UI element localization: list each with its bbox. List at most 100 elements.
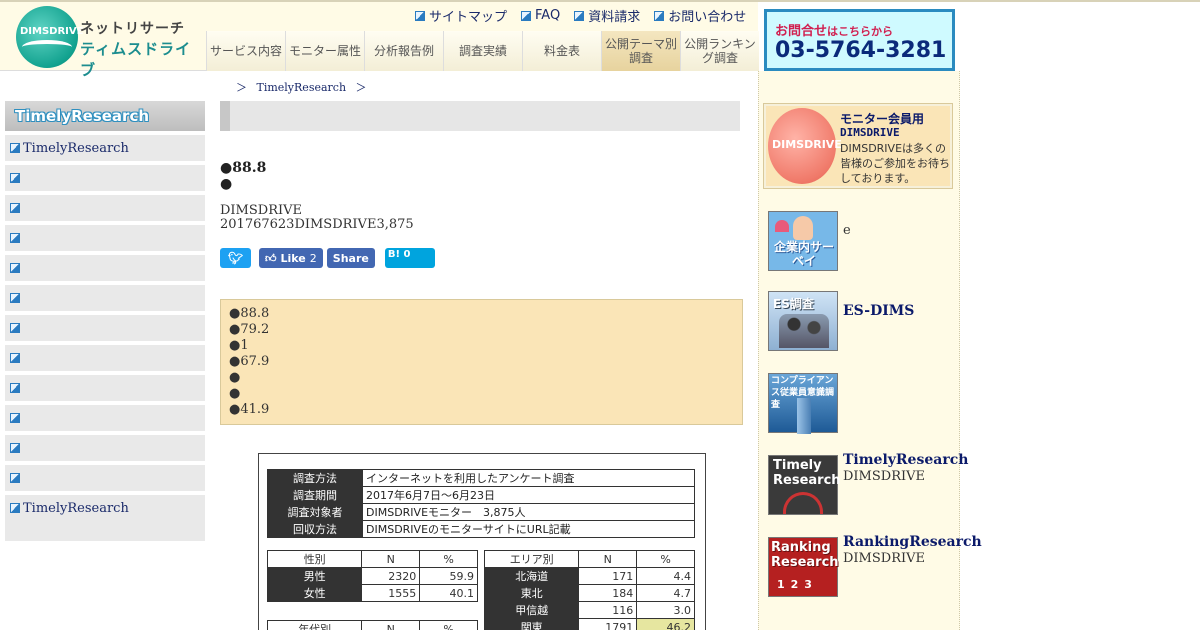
table-row: 関東 1791 46.2	[483, 618, 695, 630]
link-arrow-icon	[10, 203, 20, 213]
faq-link[interactable]: FAQ	[521, 6, 560, 25]
sidebar-title: TimelyResearch	[5, 101, 205, 131]
link-arrow-icon	[10, 383, 20, 393]
internal-survey-desc: e	[843, 223, 851, 238]
page-title-bar	[220, 101, 740, 131]
breadcrumb[interactable]: ＞ TimelyResearch ＞	[236, 79, 367, 95]
link-arrow-icon	[10, 443, 20, 453]
sidebar-item[interactable]	[5, 435, 205, 461]
link-arrow-icon	[10, 323, 20, 333]
table-row: 甲信越 116 3.0	[483, 601, 695, 619]
table-row: 男性 2320 59.9	[266, 567, 478, 585]
nav-theme-research[interactable]: 公開テーマ別調査	[601, 31, 680, 71]
sitemap-link[interactable]: サイトマップ	[415, 6, 507, 25]
table-header-row: エリア別 N %	[483, 550, 695, 568]
finding-item: ●	[229, 386, 241, 401]
sidebar-item[interactable]	[5, 465, 205, 491]
link-arrow-icon	[10, 233, 20, 243]
site-logo[interactable]: DIMSDRIVE ネットリサーチ ティムスドライブ	[16, 6, 206, 79]
sidebar-item[interactable]	[5, 285, 205, 311]
table-row: 北海道 171 4.4	[483, 567, 695, 585]
link-arrow-icon	[654, 10, 665, 21]
monitor-name: DIMSDRIVE	[840, 126, 900, 139]
sidebar-item[interactable]	[5, 165, 205, 191]
brochure-link[interactable]: 資料請求	[574, 6, 640, 25]
facebook-share-button[interactable]: Share	[326, 248, 375, 268]
link-arrow-icon	[10, 503, 20, 513]
facebook-like-button[interactable]: 👍︎ Like 2	[259, 248, 323, 268]
internal-survey-banner[interactable]: 企業内サーベイ	[768, 211, 838, 271]
nav-analysis-reports[interactable]: 分析報告例	[364, 31, 443, 71]
nav-ranking-research[interactable]: 公開ランキング調査	[680, 31, 759, 71]
link-arrow-icon	[415, 10, 425, 21]
contact-link[interactable]: お問い合わせ	[654, 6, 746, 25]
timely-research-banner[interactable]: Timely Research	[768, 455, 841, 515]
table-row: 調査期間 2017年6月7日～6月23日	[267, 486, 695, 504]
compliance-survey-banner[interactable]: コンプライアンス従業員意識調査	[768, 373, 838, 434]
finding-item: ●	[229, 370, 241, 385]
sidebar-item[interactable]	[5, 195, 205, 221]
sidebar-item[interactable]	[5, 315, 205, 341]
contact-label: お問合せはこちらから	[775, 24, 894, 39]
link-arrow-icon	[10, 263, 20, 273]
area-table: エリア別 N % 北海道 171 4.4 東北 184 4.7 甲信越 116 3.0 関東…	[483, 550, 695, 630]
nav-services[interactable]: サービス内容	[206, 31, 285, 71]
monitor-title: モニター会員用	[840, 112, 925, 126]
timely-research-label[interactable]: TimelyResearch DIMSDRIVE	[843, 452, 968, 485]
left-sidebar: TimelyResearch TimelyResearch TimelyRese…	[5, 101, 205, 541]
table-header-row: 性別 N %	[266, 550, 478, 568]
heart-icon	[775, 220, 789, 232]
finding-item: ●41.9	[229, 402, 270, 417]
nav-monitor-attributes[interactable]: モニター属性	[285, 31, 364, 71]
people-photo	[779, 314, 829, 348]
sidebar-item[interactable]	[5, 345, 205, 371]
finding-item: ●79.2	[229, 322, 270, 337]
sidebar-item[interactable]	[5, 255, 205, 281]
nav-track-record[interactable]: 調査実績	[443, 31, 522, 71]
sidebar-item[interactable]	[5, 225, 205, 251]
finding-item: ●67.9	[229, 354, 270, 369]
es-dims-label[interactable]: ES-DIMS	[843, 303, 914, 320]
es-survey-banner[interactable]: ES調査	[768, 291, 838, 351]
twitter-share-button[interactable]: 🐦︎	[220, 248, 251, 268]
table-row: 調査対象者 DIMSDRIVEモニター 3,875人	[267, 503, 695, 521]
share-buttons: 🐦︎ 👍︎ Like 2 Share B! 0	[220, 248, 435, 268]
monitor-description: DIMSDRIVEは多くの皆様のご参加をお待ちしております。	[840, 142, 950, 185]
findings-summary: ●88.8 ●79.2 ●1 ●67.9 ● ● ●41.9	[220, 299, 743, 425]
ranking-research-banner[interactable]: Ranking Research 123	[768, 537, 839, 597]
link-arrow-icon	[10, 473, 20, 483]
link-arrow-icon	[574, 10, 585, 21]
site-header: DIMSDRIVE ネットリサーチ ティムスドライブ サイトマップ FAQ 資料…	[0, 2, 759, 79]
twitter-bird-icon: 🐦︎	[227, 251, 244, 265]
logo-mark: DIMSDRIVE	[16, 6, 83, 68]
monitor-logo-mark: DIMSDRIVE	[768, 108, 842, 184]
table-row: 調査方法 インターネットを利用したアンケート調査	[267, 469, 695, 487]
ranking-research-label[interactable]: RankingResearch DIMSDRIVE	[843, 534, 982, 567]
contact-phone-banner[interactable]: お問合せはこちらから 03-5764-3281	[764, 9, 955, 71]
table-row: 東北 184 4.7	[483, 584, 695, 602]
link-arrow-icon	[10, 143, 20, 153]
table-row: 女性 1555 40.1	[266, 584, 478, 602]
table-header-row: 年代別 N %	[266, 620, 478, 630]
sidebar-item[interactable]: TimelyResearch	[5, 495, 205, 541]
logo-line1: ネットリサーチ	[80, 21, 185, 37]
clock-dial-icon	[783, 492, 823, 514]
thumbs-up-icon: 👍︎	[265, 251, 277, 265]
hatena-bookmark-button[interactable]: B! 0	[384, 248, 435, 268]
top-links: サイトマップ FAQ 資料請求 お問い合わせ	[415, 6, 746, 25]
article-headline: ●88.8 ●	[220, 160, 267, 192]
monitor-member-banner[interactable]: DIMSDRIVE モニター会員用 DIMSDRIVE DIMSDRIVEは多く…	[763, 103, 953, 189]
podium-numbers: 123	[777, 578, 818, 591]
link-arrow-icon	[10, 353, 20, 363]
sidebar-item[interactable]: TimelyResearch	[5, 135, 205, 161]
sidebar-item[interactable]	[5, 375, 205, 401]
phone-number: 03-5764-3281	[775, 38, 947, 63]
finding-item: ●1	[229, 338, 249, 353]
person-icon	[793, 216, 813, 240]
survey-overview: 調査方法 インターネットを利用したアンケート調査 調査期間 2017年6月7日～6月…	[258, 453, 706, 630]
link-arrow-icon	[10, 293, 20, 303]
logo-mark-text: DIMSDRIVE	[20, 26, 84, 37]
link-arrow-icon	[10, 413, 20, 423]
nav-pricing[interactable]: 料金表	[522, 31, 601, 71]
sidebar-item[interactable]	[5, 405, 205, 431]
